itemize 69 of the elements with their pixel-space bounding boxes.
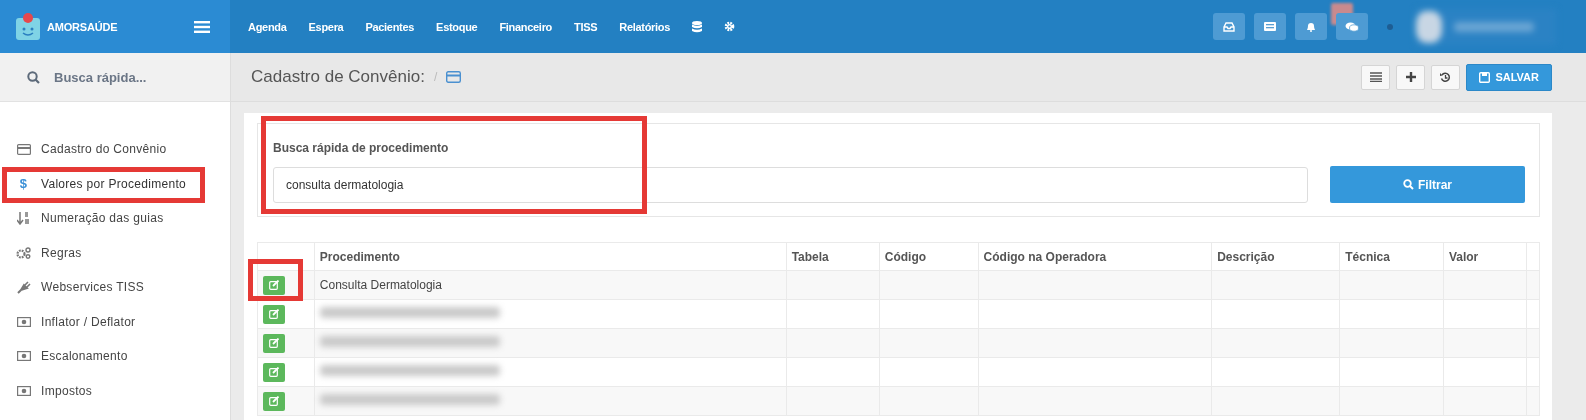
search-icon [1403,179,1414,190]
edit-icon [268,367,280,377]
gears-icon [16,246,31,259]
sidebar-item[interactable]: Escalonamento [0,339,230,374]
card-icon [1264,22,1276,31]
column-header: Valor [1443,242,1527,271]
edit-button[interactable] [263,333,285,353]
credit-card-icon [446,71,462,83]
sidebar-item[interactable]: Webservices TISS [0,270,230,305]
column-header: Código na Operadora [978,242,1212,271]
menu-icon[interactable] [194,20,210,33]
column-header: Código [879,242,979,271]
inbox-button[interactable] [1213,13,1245,40]
sort-icon [16,211,31,225]
search-icon [27,70,40,84]
edit-icon [268,309,280,319]
list-button[interactable] [1361,64,1391,90]
field-label: Busca rápida de procedimento [273,141,450,155]
nav-link[interactable]: Espera [308,20,344,33]
sidebar-item[interactable]: Numeração das guias [0,201,230,236]
settings-icon[interactable] [724,21,736,32]
nav-link[interactable]: Financeiro [499,20,553,33]
plug-icon [16,280,31,294]
list-icon [1369,72,1382,82]
edit-icon [268,280,280,290]
nav-link[interactable]: Relatórios [619,20,671,33]
banknote-icon [16,385,31,396]
sidebar-item[interactable]: Regras [0,235,230,270]
chat-icon [1345,21,1359,32]
history-icon [1440,71,1452,83]
edit-icon [268,396,280,406]
edit-button[interactable] [263,304,285,324]
notifications-button[interactable] [1295,13,1327,40]
page-title: Cadastro de Convênio: [251,67,425,87]
nav-link[interactable]: TISS [574,20,598,33]
inbox-icon [1223,21,1235,32]
breadcrumb-separator: / [433,70,438,84]
search-input[interactable]: consulta dermatologia [273,167,1308,203]
column-header: Descrição [1211,242,1340,271]
sidebar-item[interactable]: Impostos [0,373,230,408]
sidebar-item[interactable]: $ Valores por Procedimento [0,166,230,201]
chat-button[interactable] [1336,13,1368,40]
edit-button[interactable] [263,362,285,382]
brand-logo: AMORSAÚDE [15,11,118,42]
bell-icon [1305,21,1317,32]
banknote-icon [16,316,31,327]
credit-card-icon [16,143,31,155]
table-cell: Consulta Dermatologia [319,278,442,292]
add-button[interactable] [1396,64,1426,90]
column-header: Técnica [1339,242,1444,271]
status-dot [1387,23,1393,30]
column-header: Tabela [786,242,880,271]
database-icon[interactable] [692,20,703,33]
nav-link[interactable]: Agenda [248,20,287,33]
quick-search-field[interactable]: Busca rápida... [52,68,216,86]
banknote-icon [16,351,31,362]
sidebar-item[interactable]: Cadastro do Convênio [0,132,230,167]
floppy-icon [1479,71,1491,83]
column-header: Procedimento [314,242,787,271]
nav-link[interactable]: Estoque [436,20,478,33]
edit-icon [268,338,280,348]
edit-button[interactable] [263,275,285,295]
edit-button[interactable] [263,391,285,411]
history-button[interactable] [1431,64,1461,90]
card-list-button[interactable] [1254,13,1286,40]
plus-icon [1405,72,1416,82]
dollar-icon: $ [19,176,28,192]
sidebar-item[interactable]: Inflator / Deflator [0,304,230,339]
nav-link[interactable]: Pacientes [365,20,415,33]
